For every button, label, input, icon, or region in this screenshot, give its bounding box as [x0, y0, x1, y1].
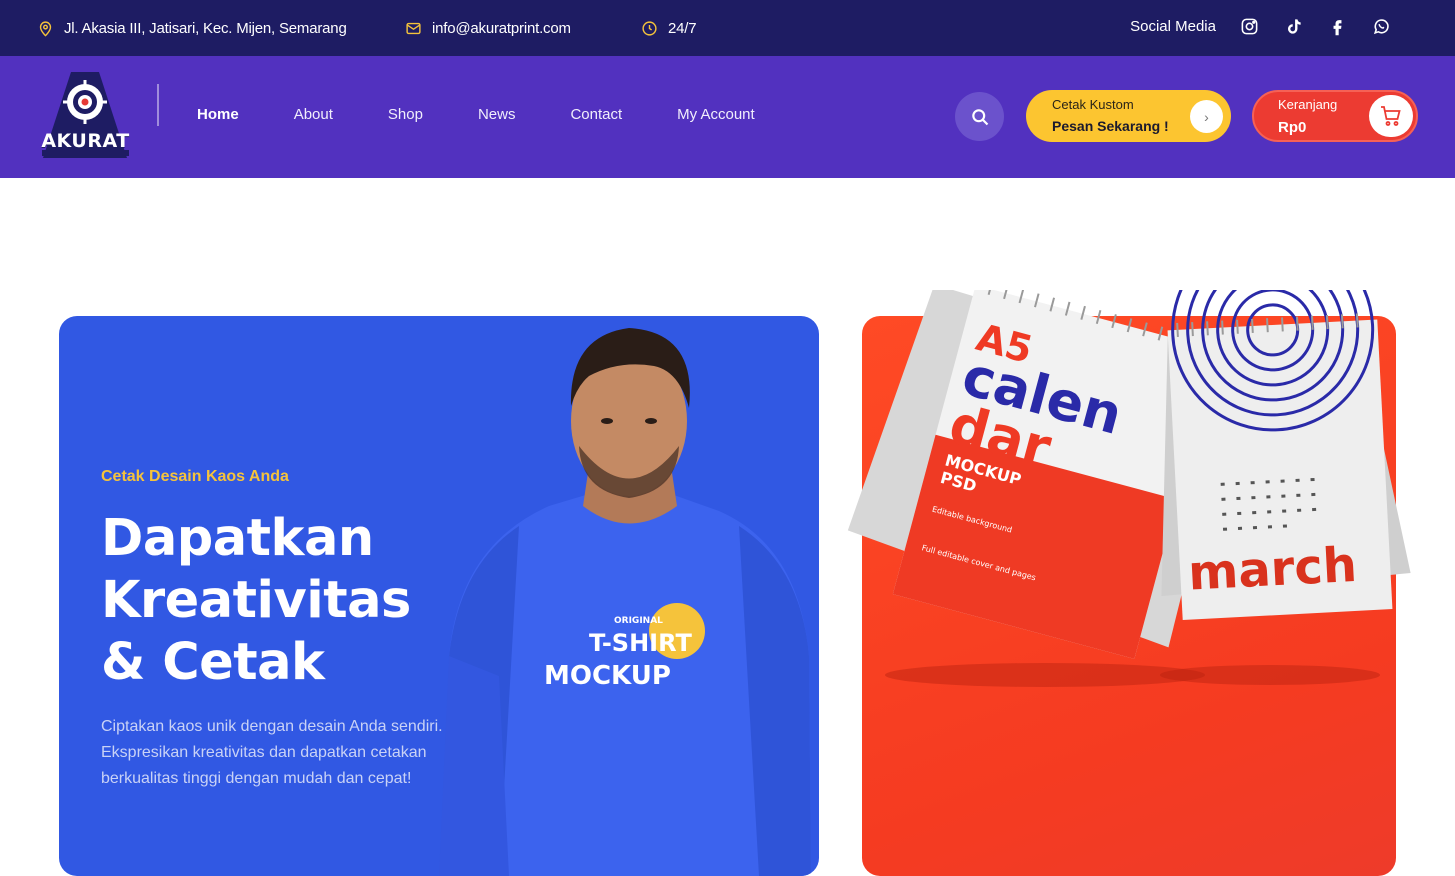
nav-my-account[interactable]: My Account	[677, 106, 755, 123]
main-header: AKURAT Home About Shop News Contact My A…	[0, 56, 1455, 178]
shirt-print-bottom: MOCKUP	[544, 661, 671, 691]
calendar-month: march	[1187, 537, 1358, 602]
social-media: Social Media	[1130, 0, 1391, 52]
search-icon	[971, 108, 988, 125]
chevron-right-icon: ›	[1190, 100, 1223, 133]
cart-icon-wrapper	[1369, 95, 1413, 137]
cart-amount: Rp0	[1278, 119, 1307, 136]
social-label: Social Media	[1130, 17, 1216, 35]
cta-action: Pesan Sekarang !	[1052, 118, 1169, 134]
main-nav: Home About Shop News Contact My Account	[197, 56, 810, 172]
header-divider	[157, 84, 159, 126]
nav-about[interactable]: About	[294, 106, 333, 123]
shopping-cart-icon	[1381, 106, 1401, 126]
tiktok-icon[interactable]	[1284, 17, 1303, 36]
cta-label: Cetak Kustom	[1052, 97, 1134, 112]
calendar-mockup-image: A5 calen dar MOCKUP PSD Editable backgro…	[847, 290, 1411, 687]
address-text: Jl. Akasia III, Jatisari, Kec. Mijen, Se…	[64, 19, 347, 37]
custom-print-order-button[interactable]: Cetak Kustom Pesan Sekarang ! ›	[1026, 90, 1231, 142]
address-info: Jl. Akasia III, Jatisari, Kec. Mijen, Se…	[37, 0, 347, 56]
facebook-icon[interactable]	[1328, 17, 1347, 36]
cart-button[interactable]: Keranjang Rp0	[1252, 90, 1418, 142]
logo-text: AKURAT	[41, 130, 130, 152]
whatsapp-icon[interactable]	[1372, 17, 1391, 36]
map-pin-icon	[39, 20, 52, 37]
tshirt-hero-card: Cetak Desain Kaos Anda Dapatkan Kreativi…	[59, 316, 819, 876]
hero-eyebrow: Cetak Desain Kaos Anda	[101, 468, 289, 485]
cart-label: Keranjang	[1278, 97, 1338, 112]
email-text[interactable]: info@akuratprint.com	[432, 20, 571, 37]
site-logo[interactable]: AKURAT	[37, 70, 134, 160]
nav-contact[interactable]: Contact	[570, 106, 622, 123]
hours-info: 24/7	[641, 0, 697, 56]
top-info-bar: Jl. Akasia III, Jatisari, Kec. Mijen, Se…	[0, 0, 1455, 56]
hero-title: Dapatkan Kreativitas & Cetak	[101, 509, 411, 692]
nav-home[interactable]: Home	[197, 106, 239, 123]
tshirt-model-image: ORIGINAL T-SHIRT MOCKUP	[439, 328, 811, 876]
shirt-print-top: ORIGINAL	[614, 616, 663, 626]
shirt-print-mid: T-SHIRT	[589, 629, 693, 657]
mail-icon	[406, 22, 421, 34]
hours-text: 24/7	[668, 19, 697, 37]
email-info[interactable]: info@akuratprint.com	[405, 0, 571, 56]
clock-icon	[642, 20, 657, 36]
hero-description: Ciptakan kaos unik dengan desain Anda se…	[101, 718, 443, 787]
nav-shop[interactable]: Shop	[388, 106, 423, 123]
instagram-icon[interactable]	[1240, 17, 1259, 36]
search-button[interactable]	[955, 92, 1004, 141]
nav-news[interactable]: News	[478, 106, 516, 123]
